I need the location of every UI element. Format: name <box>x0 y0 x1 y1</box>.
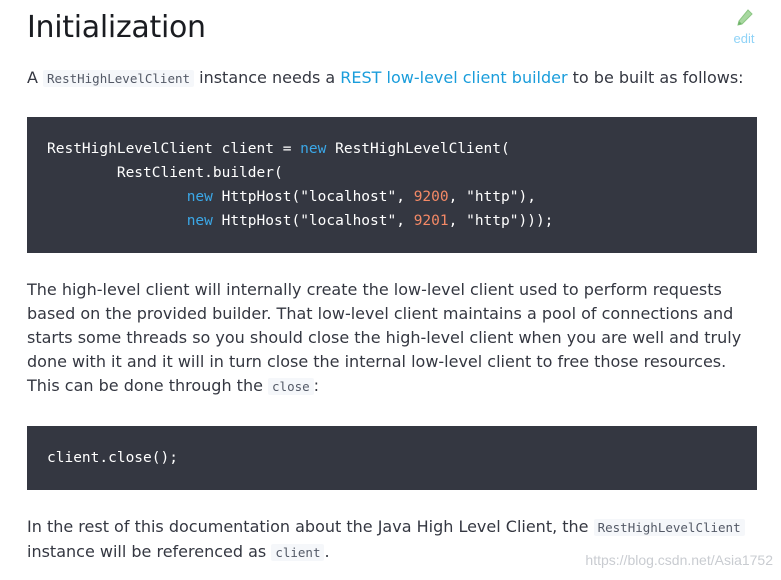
inline-code-resthighlevelclient: RestHighLevelClient <box>593 519 745 536</box>
inline-code-resthighlevelclient: RestHighLevelClient <box>43 70 195 87</box>
intro-paragraph: A RestHighLevelClient instance needs a R… <box>27 66 757 91</box>
inline-code-client: client <box>271 544 325 561</box>
code-line: new HttpHost("localhost", 9201, "http"))… <box>186 213 554 229</box>
reference-text: instance will be referenced as <box>27 542 272 561</box>
code-block-close: client.close(); <box>27 426 757 490</box>
code-line: RestClient.builder( <box>47 165 283 181</box>
code-line: RestHighLevelClient client = new RestHig… <box>47 141 510 157</box>
page-title: Initialization <box>27 10 206 45</box>
edit-label: edit <box>733 31 755 46</box>
pencil-icon <box>729 8 759 30</box>
description-text: The high-level client will internally cr… <box>27 280 742 395</box>
watermark: https://blog.csdn.net/Asia1752 <box>585 552 773 568</box>
intro-text: to be built as follows: <box>567 68 744 87</box>
code-block-initialization: RestHighLevelClient client = new RestHig… <box>27 117 757 253</box>
rest-low-level-client-builder-link[interactable]: REST low-level client builder <box>340 68 567 87</box>
intro-text: A <box>27 68 44 87</box>
edit-link[interactable]: edit <box>729 8 759 46</box>
description-paragraph: The high-level client will internally cr… <box>27 278 757 399</box>
code-line: client.close(); <box>47 450 178 466</box>
intro-text: instance needs a <box>194 68 341 87</box>
description-text: : <box>313 376 320 395</box>
code-line: new HttpHost("localhost", 9200, "http"), <box>186 189 536 205</box>
inline-code-close: close <box>268 378 314 395</box>
reference-text: In the rest of this documentation about … <box>27 517 594 536</box>
reference-text: . <box>324 542 330 561</box>
